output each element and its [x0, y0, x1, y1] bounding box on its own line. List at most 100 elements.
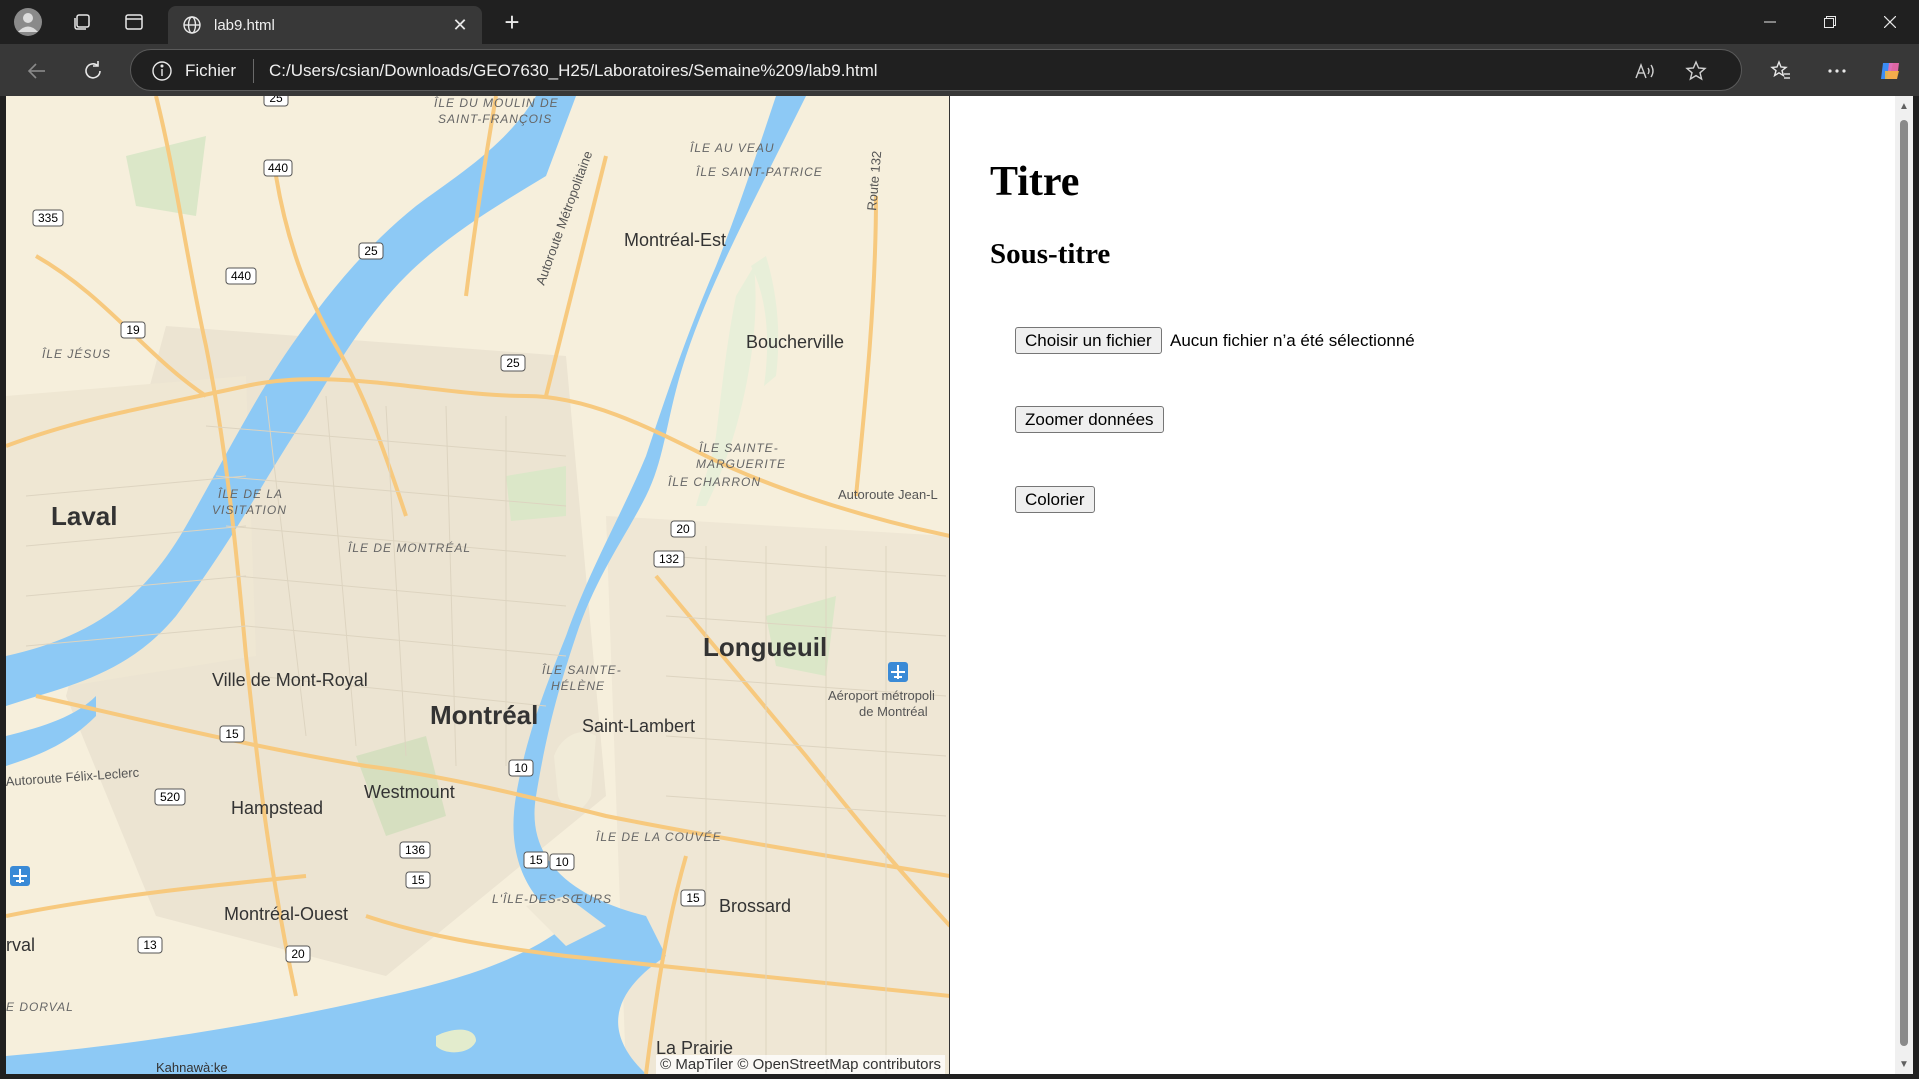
file-status-text: Aucun fichier n’a été sélectionné	[1170, 331, 1415, 350]
map-label-ile-soeurs: L'ÎLE-DES-SŒURS	[492, 891, 612, 906]
favorite-star-icon[interactable]	[1683, 58, 1709, 84]
highway-shield: 440	[225, 267, 257, 285]
scrollbar-thumb[interactable]	[1900, 120, 1908, 1046]
svg-text:132: 132	[659, 552, 679, 566]
divider	[253, 59, 254, 83]
back-arrow-icon[interactable]	[20, 54, 54, 88]
map-label-boucherville: Boucherville	[746, 332, 844, 352]
svg-text:520: 520	[160, 790, 180, 804]
airport-icon	[888, 662, 908, 682]
map-label-ile-sainte-marguerite-1: ÎLE SAINTE-	[699, 440, 779, 455]
colorize-button[interactable]: Colorier	[1015, 486, 1095, 513]
map-label-laval: Laval	[51, 501, 118, 531]
favorites-icon[interactable]	[1764, 54, 1798, 88]
map-label-ile-visitation-1: ÎLE DE LA	[218, 486, 283, 501]
tab-lab9[interactable]: lab9.html ✕	[168, 6, 482, 44]
map-label-saint-lambert: Saint-Lambert	[582, 716, 695, 736]
highway-shield: 520	[154, 788, 186, 806]
scroll-down-arrow-icon[interactable]: ▼	[1899, 1060, 1909, 1070]
svg-text:15: 15	[529, 853, 543, 867]
highway-shield: 19	[120, 321, 146, 339]
tab-actions-icon[interactable]	[118, 6, 150, 38]
map-label-montreal-ouest: Montréal-Ouest	[224, 904, 348, 924]
read-aloud-icon[interactable]	[1631, 58, 1657, 84]
highway-shield: 25	[263, 96, 289, 107]
map-label-ile-visitation-2: VISITATION	[212, 503, 287, 517]
highway-shield: 10	[549, 853, 575, 871]
svg-text:15: 15	[225, 727, 239, 741]
map-label-montreal: Montréal	[430, 700, 538, 730]
close-window-icon[interactable]	[1860, 0, 1919, 44]
map-label-brossard: Brossard	[719, 896, 791, 916]
map-label-ile-sainte-helene-2: HÉLÈNE	[551, 678, 605, 693]
map-label-ile-sainte-helene-1: ÎLE SAINTE-	[542, 662, 622, 677]
svg-text:25: 25	[364, 244, 378, 258]
map-label-ile-sainte-marguerite-2: MARGUERITE	[696, 457, 786, 471]
map[interactable]: Laval Montréal Longueuil Montréal-Est Bo…	[6, 96, 950, 1074]
highway-shield: 20	[285, 945, 311, 963]
page-subtitle: Sous-titre	[990, 238, 1111, 270]
highway-shield: 25	[358, 242, 384, 260]
svg-text:15: 15	[686, 891, 700, 905]
browser-title-bar: lab9.html ✕ +	[0, 0, 1919, 44]
zoom-data-button[interactable]: Zoomer données	[1015, 406, 1164, 433]
highway-shield: 13	[137, 936, 163, 954]
map-canvas[interactable]: Laval Montréal Longueuil Montréal-Est Bo…	[6, 96, 950, 1074]
svg-text:440: 440	[231, 269, 251, 283]
page-title: Titre	[990, 159, 1080, 205]
map-label-aeroport-1: Aéroport métropoli	[828, 688, 935, 703]
tab-title: lab9.html	[214, 16, 275, 34]
highway-shield: 15	[219, 725, 245, 743]
map-label-hampstead: Hampstead	[231, 798, 323, 818]
profile-avatar-icon[interactable]	[12, 6, 44, 38]
highway-shield: 15	[523, 851, 549, 869]
scheme-label: Fichier	[185, 61, 237, 80]
vertical-scrollbar[interactable]: ▲ ▼	[1895, 96, 1913, 1074]
map-label-ile-au-veau: ÎLE AU VEAU	[690, 140, 775, 155]
svg-text:19: 19	[126, 323, 140, 337]
highway-shield: 15	[680, 889, 706, 907]
workspaces-icon[interactable]	[66, 6, 98, 38]
scroll-up-arrow-icon[interactable]: ▲	[1899, 102, 1909, 112]
svg-text:20: 20	[676, 522, 690, 536]
reload-icon[interactable]	[76, 54, 110, 88]
svg-text:440: 440	[268, 161, 288, 175]
highway-shield: 335	[32, 209, 64, 227]
svg-text:15: 15	[411, 873, 425, 887]
map-label-rval: rval	[6, 935, 35, 955]
airport-icon	[10, 866, 30, 886]
map-label-longueuil: Longueuil	[703, 632, 827, 662]
browser-toolbar: Fichier C:/Users/csian/Downloads/GEO7630…	[0, 44, 1919, 96]
map-label-kahnawake: Kahnawà:ke	[156, 1060, 228, 1074]
svg-text:10: 10	[514, 761, 528, 775]
highway-shield: 440	[263, 159, 293, 177]
file-chooser-button[interactable]: Choisir un fichier	[1015, 327, 1162, 354]
map-label-montreal-est: Montréal-Est	[624, 230, 726, 250]
map-label-westmount: Westmount	[364, 782, 455, 802]
map-label-autoroute-jean: Autoroute Jean-L	[838, 487, 938, 502]
map-label-ile-moulin-2: SAINT-FRANÇOIS	[438, 112, 552, 126]
highway-shield: 20	[670, 520, 696, 538]
minimize-icon[interactable]	[1740, 0, 1800, 44]
svg-text:10: 10	[555, 855, 569, 869]
map-label-ile-charron: ÎLE CHARRON	[668, 474, 761, 489]
close-tab-icon[interactable]: ✕	[448, 13, 472, 37]
map-label-ile-couvee: ÎLE DE LA COUVÉE	[596, 829, 722, 844]
highway-shield: 136	[399, 841, 431, 859]
svg-text:136: 136	[405, 843, 425, 857]
svg-text:20: 20	[291, 947, 305, 961]
restore-icon[interactable]	[1800, 0, 1860, 44]
svg-text:25: 25	[269, 96, 283, 105]
more-options-icon[interactable]	[1820, 54, 1854, 88]
new-tab-button[interactable]: +	[496, 6, 528, 38]
info-icon[interactable]	[151, 60, 173, 82]
address-bar[interactable]: Fichier C:/Users/csian/Downloads/GEO7630…	[130, 49, 1742, 91]
highway-shield: 10	[508, 759, 534, 777]
map-label-ile-jesus: ÎLE JÉSUS	[42, 346, 111, 361]
map-label-aeroport-2: de Montréal	[859, 704, 928, 719]
url-text[interactable]: C:/Users/csian/Downloads/GEO7630_H25/Lab…	[269, 61, 878, 81]
map-attribution[interactable]: © MapTiler © OpenStreetMap contributors	[656, 1055, 945, 1074]
map-label-ville-mont-royal: Ville de Mont-Royal	[212, 670, 368, 690]
svg-text:13: 13	[143, 938, 157, 952]
copilot-icon[interactable]	[1874, 54, 1908, 88]
